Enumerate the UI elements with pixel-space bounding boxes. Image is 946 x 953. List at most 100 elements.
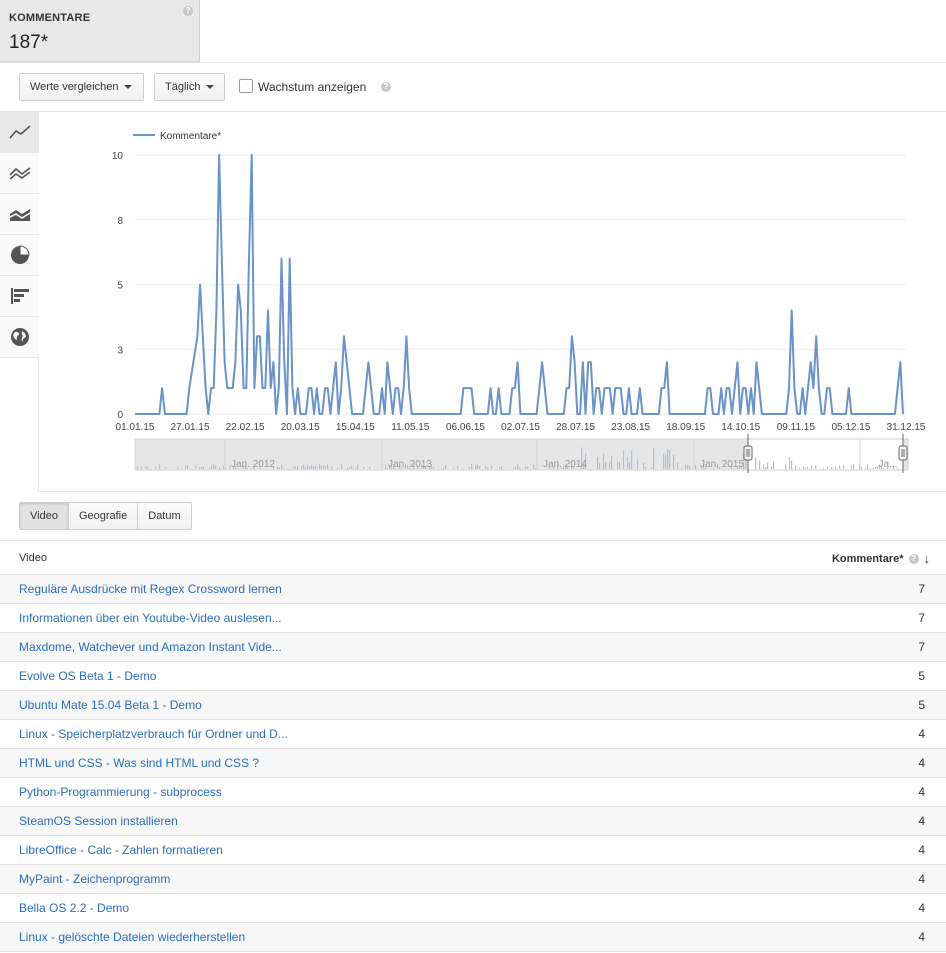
navigator-bar [839,465,841,469]
help-icon[interactable]: ? [381,82,391,92]
navigator-bar [433,466,435,469]
pie-chart-icon [10,245,30,264]
video-title-link[interactable]: Linux - gelöschte Dateien wiederherstell… [19,930,245,944]
video-title-link[interactable]: Bella OS 2.2 - Demo [19,901,129,915]
sort-desc-icon[interactable]: ↓ [924,551,931,566]
navigator-bar [351,466,353,469]
multi-line-icon [8,167,30,180]
navigator-bar [865,467,867,469]
x-tick-label: 31.12.15 [887,422,926,433]
comment-count: 4 [918,901,925,915]
video-title-link[interactable]: Linux - Speicherplatzverbrauch für Ordne… [19,727,288,741]
y-tick-label: 0 [117,410,123,421]
comment-count: 7 [918,611,925,625]
navigator-bar [331,466,333,469]
navigator-bar [665,454,667,469]
navigator-bar [831,466,833,469]
navigator-bar [221,467,223,469]
video-title-link[interactable]: Maxdome, Watchever und Amazon Instant Vi… [19,640,282,654]
navigator-bar [159,464,161,469]
navigator-label: Jan. 2012 [231,459,275,470]
x-tick-label: 11.05.15 [391,422,430,433]
navigator-bar [279,467,281,469]
bar-chart-button[interactable] [0,276,39,317]
navigator-bar [501,466,503,469]
video-title-link[interactable]: Informationen über ein Youtube-Video aus… [19,611,282,625]
x-tick-label: 05.12.15 [831,422,870,433]
video-title-link[interactable]: LibreOffice - Calc - Zahlen formatieren [19,843,223,857]
navigator-bar [653,448,655,469]
navigator-bar [645,466,647,469]
navigator-bar [827,466,829,469]
navigator-bar [337,467,339,469]
navigator-bar [475,464,477,469]
video-title-link[interactable]: SteamOS Session installieren [19,814,178,828]
video-title-link[interactable]: HTML und CSS - Was sind HTML und CSS ? [19,756,259,770]
x-tick-label: 23.08.15 [611,422,650,433]
line-chart-button[interactable] [0,112,39,153]
growth-checkbox[interactable] [239,79,253,93]
column-header-comments[interactable]: Kommentare* ? ↓ [832,551,930,566]
help-icon[interactable]: ? [183,6,193,16]
navigator-bar [771,466,773,469]
navigator-bar [177,467,179,469]
bar-chart-icon [10,288,29,304]
growth-label[interactable]: Wachstum anzeigen [258,80,366,94]
navigator-bar [469,466,471,469]
metric-label: KOMMENTARE [9,12,91,24]
video-title-link[interactable]: Reguläre Ausdrücke mit Regex Crossword l… [19,582,282,596]
range-navigator[interactable]: Jan. 2012 Jan. 2013 Jan. 2014 Jan. 2015 Ja..… [134,434,909,473]
navigator-bar [297,466,299,469]
navigator-bar [313,466,315,469]
tab-geografie[interactable]: Geografie [67,502,139,530]
navigator-bar [203,466,205,469]
x-tick-label: 28.07.15 [556,422,595,433]
navigator-bar [611,456,613,469]
navigator-bar [763,464,765,469]
navigator-bar [667,449,669,469]
x-tick-label: 27.01.15 [171,422,210,433]
comment-count: 5 [918,669,925,683]
navigator-bar [323,465,325,469]
y-tick-label: 3 [117,345,123,356]
navigator-bar [315,465,317,469]
navigator-bar [755,457,757,469]
line-chart[interactable]: 0 3 5 8 10 01.01.15 27.01.15 22.02.15 20.03.15 1… [39,112,946,492]
column-header-video[interactable]: Video [19,552,47,564]
video-title-link[interactable]: Ubuntu Mate 15.04 Beta 1 - Demo [19,698,202,712]
pie-chart-button[interactable] [0,235,39,276]
compare-values-button[interactable]: Werte vergleichen [19,73,144,101]
y-tick-label: 8 [117,216,123,227]
video-title-link[interactable]: MyPaint - Zeichenprogramm [19,872,170,886]
navigator-bar [355,467,357,469]
tab-datum[interactable]: Datum [137,502,192,530]
table-row: Linux - gelöschte Dateien wiederherstell… [0,923,946,952]
navigator-bar [873,467,875,469]
table-row: LibreOffice - Calc - Zahlen formatieren 4 [0,836,946,865]
interval-dropdown[interactable]: Täglich [154,73,225,101]
table-row: Linux - Speicherplatzverbrauch für Ordne… [0,720,946,749]
legend-label: Kommentare* [160,131,221,142]
navigator-bar [627,456,629,469]
report-tabs-bar: Video Geografie Datum [0,492,946,541]
multi-line-chart-button[interactable] [0,153,39,194]
help-icon[interactable]: ? [908,553,919,564]
navigator-bar [201,466,203,469]
table-row: SteamOS Session installieren 4 [0,807,946,836]
video-title-link[interactable]: Python-Programmierung - subprocess [19,785,222,799]
navigator-bar [759,460,761,469]
video-title-link[interactable]: Evolve OS Beta 1 - Demo [19,669,156,683]
comment-count: 7 [918,582,925,596]
navigator-bar [527,466,529,469]
map-chart-button[interactable] [0,317,39,358]
navigator-bar [281,465,283,469]
tab-video[interactable]: Video [19,502,69,530]
x-tick-label: 22.02.15 [226,422,265,433]
navigator-bar [181,467,183,469]
table-row: HTML und CSS - Was sind HTML und CSS ? 4 [0,749,946,778]
stacked-area-chart-button[interactable] [0,194,39,235]
navigator-bar [445,464,447,469]
navigator-bar [673,454,675,469]
navigator-bar [479,466,481,469]
metric-card-comments[interactable]: KOMMENTARE 187* ? [0,0,200,62]
